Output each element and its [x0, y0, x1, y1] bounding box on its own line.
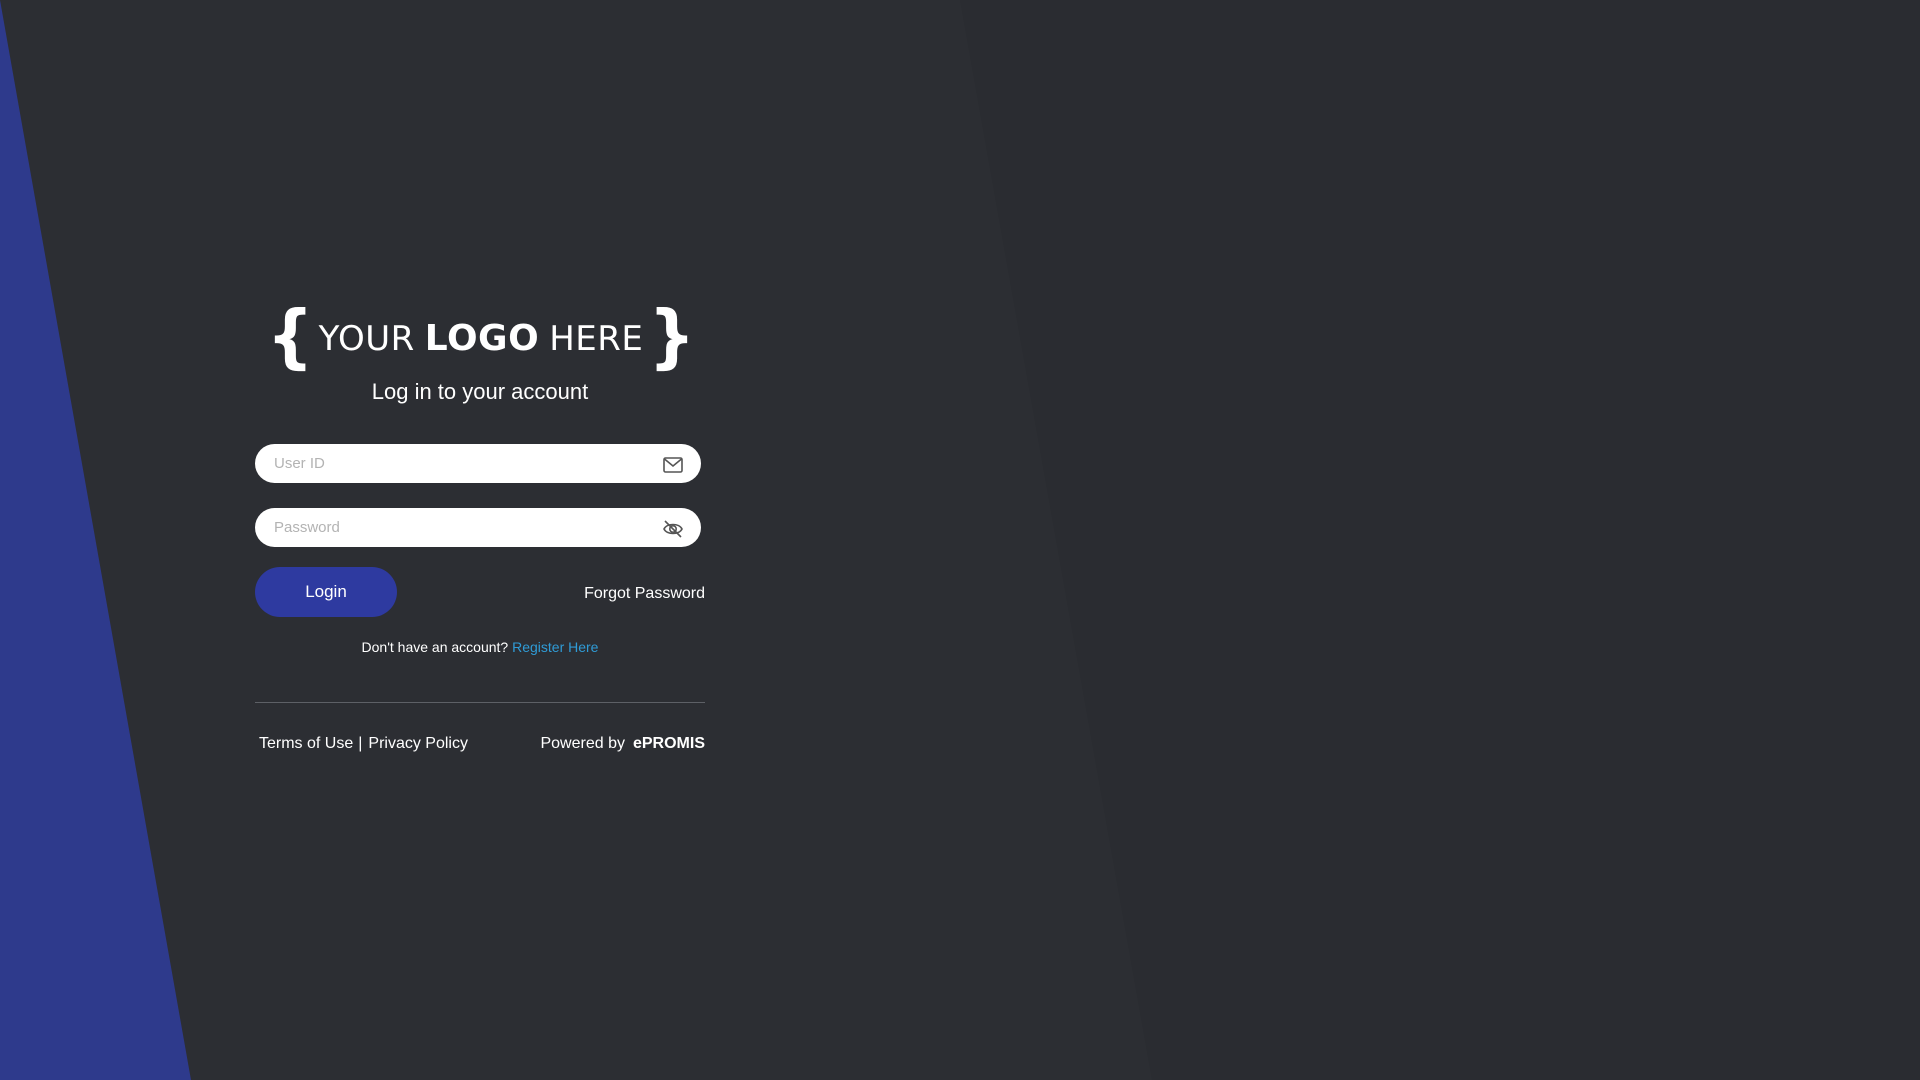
register-link[interactable]: Register Here [512, 639, 598, 655]
footer: Terms of Use | Privacy Policy Powered by… [255, 735, 705, 753]
powered-by: Powered by ePROMIS [540, 735, 705, 753]
form-actions: Login Forgot Password [255, 567, 705, 617]
privacy-policy-link[interactable]: Privacy Policy [368, 735, 468, 753]
logo-open-brace: { [266, 296, 314, 377]
mail-icon [662, 455, 684, 475]
forgot-password-link[interactable]: Forgot Password [584, 585, 705, 603]
logo-close-brace: } [648, 296, 696, 377]
footer-links: Terms of Use | Privacy Policy [255, 735, 468, 753]
footer-divider [255, 702, 705, 703]
register-prompt: Don't have an account? [361, 639, 509, 655]
logo-word-logo: LOGO [424, 318, 540, 359]
password-field [255, 508, 701, 547]
login-button[interactable]: Login [255, 567, 397, 617]
left-blue-stripe [0, 0, 191, 1080]
register-line: Don't have an account? Register Here [255, 639, 705, 655]
footer-separator: | [358, 735, 363, 752]
password-input[interactable] [255, 508, 701, 547]
brand-name: ePROMIS [632, 735, 705, 752]
logo: { YOUR LOGO HERE } [257, 296, 705, 377]
right-shade-panel [960, 0, 1920, 1080]
userid-field [255, 444, 701, 483]
eye-off-icon[interactable] [662, 519, 684, 539]
userid-input[interactable] [255, 444, 701, 483]
logo-word-your: YOUR [318, 319, 415, 359]
login-panel: { YOUR LOGO HERE } Log in to your accoun… [255, 296, 705, 753]
terms-of-use-link[interactable]: Terms of Use [259, 735, 353, 753]
page-subtitle: Log in to your account [371, 379, 589, 404]
logo-word-here: HERE [549, 319, 644, 359]
powered-by-label: Powered by [540, 735, 625, 752]
